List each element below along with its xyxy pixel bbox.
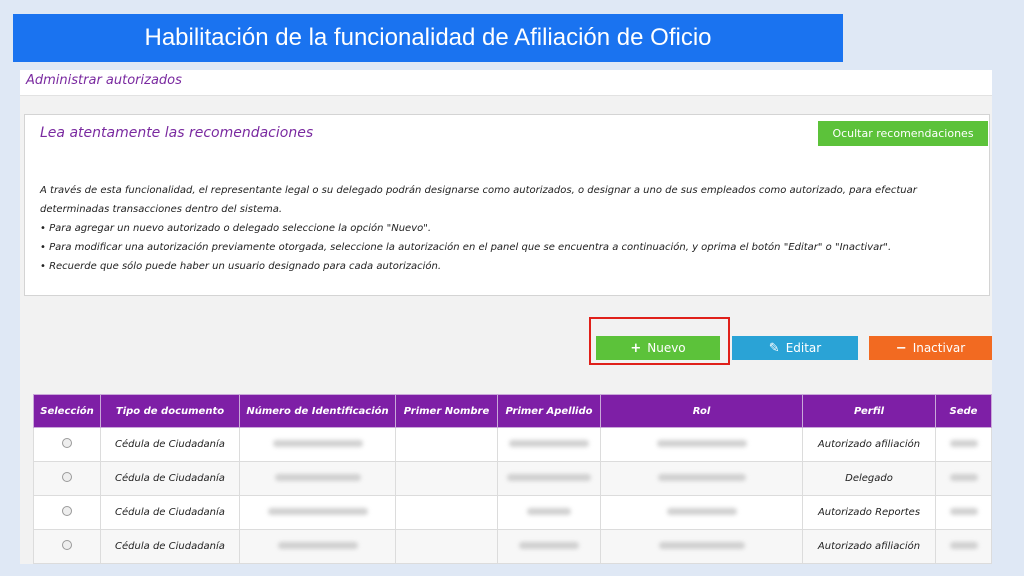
blurred-cell xyxy=(497,461,601,496)
column-header[interactable]: Rol xyxy=(600,394,803,428)
blurred-cell xyxy=(935,461,992,496)
column-header[interactable]: Selección xyxy=(33,394,101,428)
blurred-cell xyxy=(600,529,803,564)
profile-cell: Delegado xyxy=(802,461,936,496)
column-header[interactable]: Tipo de documento xyxy=(100,394,240,428)
profile-cell: Autorizado Reportes xyxy=(802,495,936,530)
blurred-cell xyxy=(239,427,396,462)
radio-button[interactable] xyxy=(62,472,72,482)
recommendations-intro: A través de esta funcionalidad, el repre… xyxy=(40,185,917,215)
selection-cell[interactable] xyxy=(33,461,101,496)
column-header[interactable]: Primer Apellido xyxy=(497,394,601,428)
blurred-cell xyxy=(600,427,803,462)
table-row[interactable]: Cédula de Ciudadanía Autorizado afiliaci… xyxy=(33,529,992,564)
blurred-cell xyxy=(239,461,396,496)
recommendations-title: Lea atentamente las recomendaciones xyxy=(40,125,314,141)
blurred-cell xyxy=(935,495,992,530)
pencil-icon: ✎ xyxy=(768,340,780,356)
recommendations-text: A través de esta funcionalidad, el repre… xyxy=(40,181,985,276)
column-header[interactable]: Perfil xyxy=(802,394,936,428)
document-type-cell: Cédula de Ciudadanía xyxy=(100,495,240,530)
blurred-cell xyxy=(935,427,992,462)
radio-button[interactable] xyxy=(62,540,72,550)
blurred-cell xyxy=(935,529,992,564)
recommendation-bullet: • Para agregar un nuevo autorizado o del… xyxy=(40,223,432,234)
blurred-cell xyxy=(239,529,396,564)
new-button[interactable]: + Nuevo xyxy=(596,336,720,360)
column-header[interactable]: Número de Identificación xyxy=(239,394,396,428)
edit-button[interactable]: ✎ Editar xyxy=(732,336,858,360)
column-header[interactable]: Sede xyxy=(935,394,992,428)
radio-button[interactable] xyxy=(62,506,72,516)
inactivate-button[interactable]: − Inactivar xyxy=(869,336,992,360)
blurred-cell xyxy=(395,529,498,564)
minus-icon: − xyxy=(895,340,907,356)
blurred-cell xyxy=(600,495,803,530)
profile-cell: Autorizado afiliación xyxy=(802,427,936,462)
selection-cell[interactable] xyxy=(33,427,101,462)
profile-cell: Autorizado afiliación xyxy=(802,529,936,564)
table-row[interactable]: Cédula de Ciudadanía Autorizado afiliaci… xyxy=(33,427,992,462)
table-row[interactable]: Cédula de Ciudadanía Autorizado Reportes xyxy=(33,495,992,530)
blurred-cell xyxy=(395,427,498,462)
recommendation-bullet: • Recuerde que sólo puede haber un usuar… xyxy=(40,261,442,272)
inactivate-button-label: Inactivar xyxy=(912,341,966,355)
document-type-cell: Cédula de Ciudadanía xyxy=(100,427,240,462)
app-screenshot: Administrar autorizados Lea atentamente … xyxy=(20,70,992,564)
plus-icon: + xyxy=(630,340,642,356)
blurred-cell xyxy=(497,427,601,462)
table-row[interactable]: Cédula de Ciudadanía Delegado xyxy=(33,461,992,496)
authorized-table: Selección Tipo de documento Número de Id… xyxy=(33,394,992,564)
blurred-cell xyxy=(497,495,601,530)
new-button-label: Nuevo xyxy=(647,341,686,355)
blurred-cell xyxy=(497,529,601,564)
table-header-row: Selección Tipo de documento Número de Id… xyxy=(33,394,992,428)
column-header[interactable]: Primer Nombre xyxy=(395,394,498,428)
slide-title: Habilitación de la funcionalidad de Afil… xyxy=(13,14,843,62)
blurred-cell xyxy=(395,495,498,530)
selection-cell[interactable] xyxy=(33,529,101,564)
edit-button-label: Editar xyxy=(785,341,822,355)
page-title: Administrar autorizados xyxy=(20,70,992,96)
selection-cell[interactable] xyxy=(33,495,101,530)
document-type-cell: Cédula de Ciudadanía xyxy=(100,529,240,564)
blurred-cell xyxy=(395,461,498,496)
radio-button[interactable] xyxy=(62,438,72,448)
hide-recommendations-button[interactable]: Ocultar recomendaciones xyxy=(818,121,988,146)
blurred-cell xyxy=(600,461,803,496)
document-type-cell: Cédula de Ciudadanía xyxy=(100,461,240,496)
recommendations-panel: Lea atentamente las recomendaciones Ocul… xyxy=(24,114,990,296)
recommendation-bullet: • Para modificar una autorización previa… xyxy=(40,242,892,253)
blurred-cell xyxy=(239,495,396,530)
